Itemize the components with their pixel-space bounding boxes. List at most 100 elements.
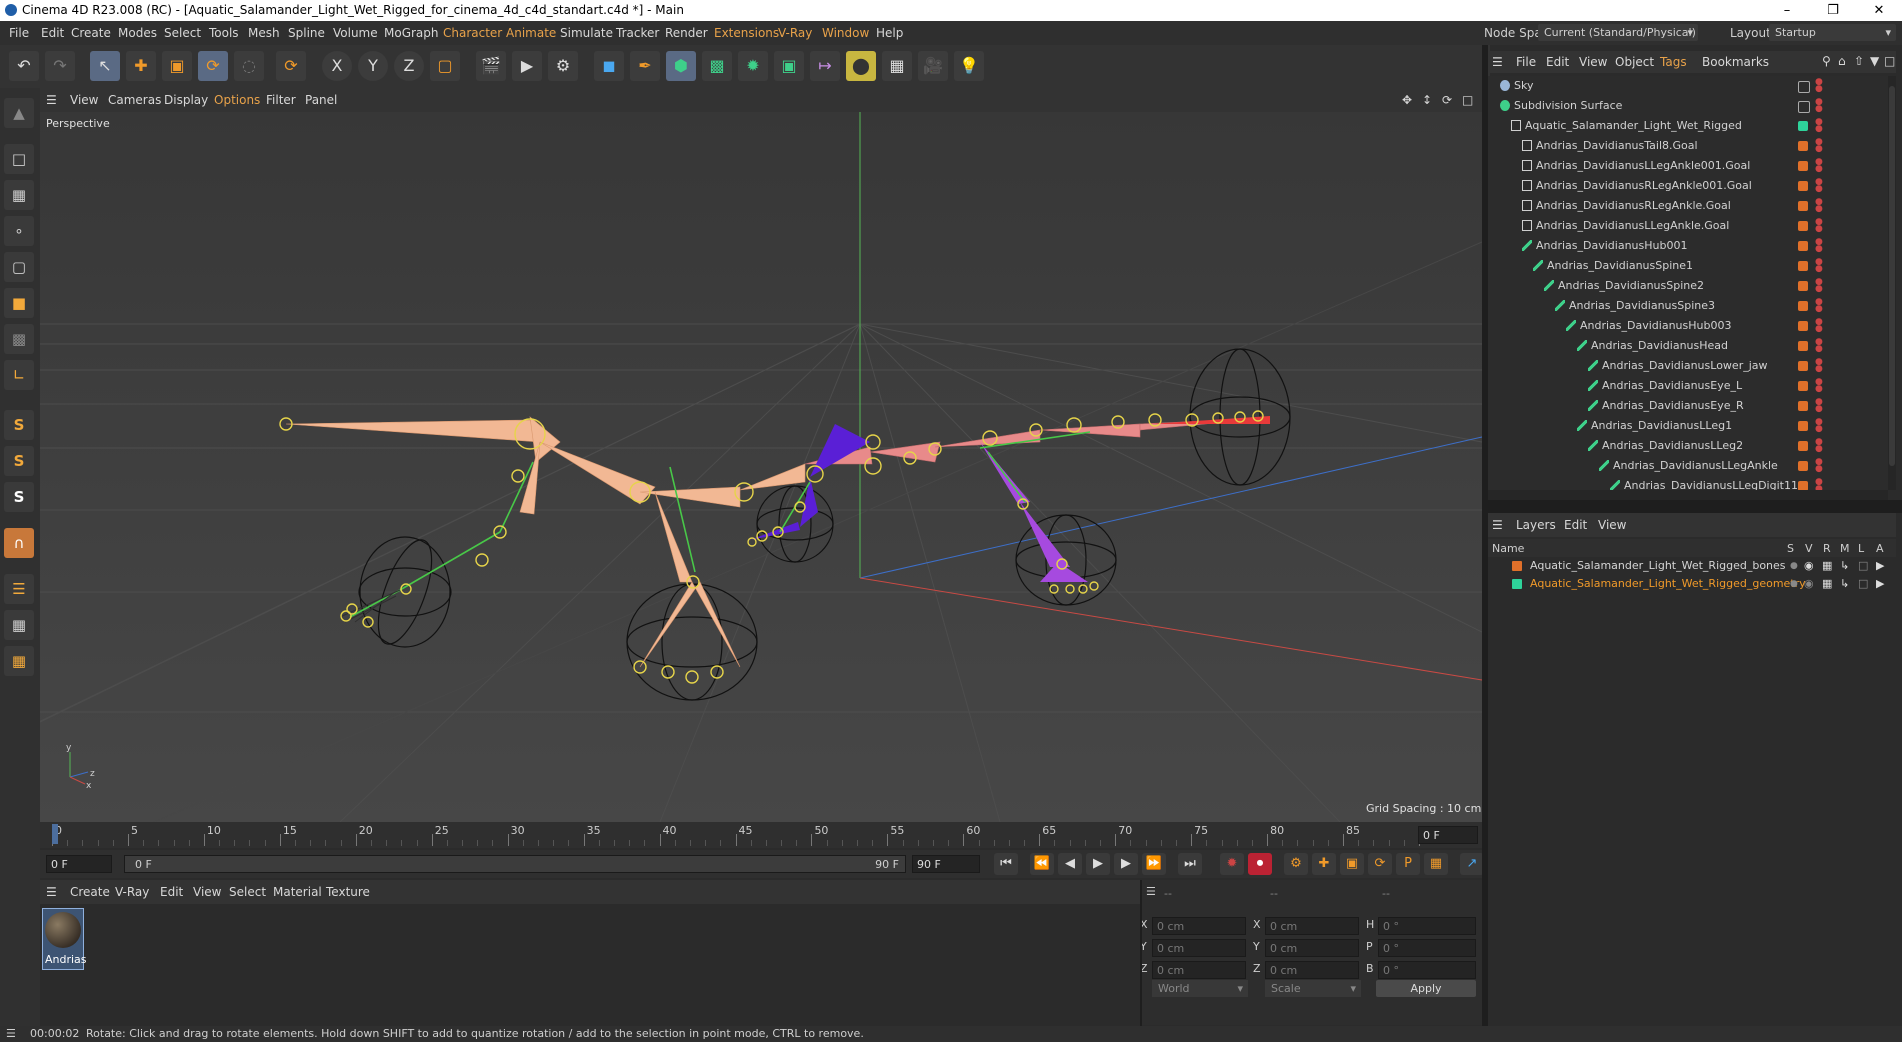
- start-frame-field[interactable]: 0 F: [46, 855, 112, 873]
- timeline-ruler[interactable]: 051015202530354045505560657075808590 0 F: [40, 822, 1482, 848]
- visibility-dots-icon[interactable]: ● ●: [1815, 298, 1823, 314]
- next-frame-icon[interactable]: ▶: [1114, 853, 1138, 875]
- object-row[interactable]: Andrias_DavidianusEye_L ● ●: [1488, 376, 1888, 396]
- object-row[interactable]: Andrias_DavidianusLLeg2 ● ●: [1488, 436, 1888, 456]
- visibility-dots-icon[interactable]: ● ●: [1815, 158, 1823, 174]
- pen-icon[interactable]: ✒: [630, 51, 660, 81]
- toggle-view-icon[interactable]: □: [1462, 93, 1473, 107]
- menu-animate[interactable]: Animate: [506, 26, 556, 40]
- object-row[interactable]: Andrias_DavidianusLower_jaw ● ●: [1488, 356, 1888, 376]
- object-row[interactable]: Andrias_DavidianusLLegAnkle.Goal ● ●: [1488, 216, 1888, 236]
- key-rotation-icon[interactable]: ⟳: [1368, 853, 1392, 875]
- key-parameter-icon[interactable]: P: [1396, 853, 1420, 875]
- viewport-menu-filter[interactable]: Filter: [266, 93, 296, 107]
- next-key-icon[interactable]: ⏩: [1142, 853, 1166, 875]
- goto-start-icon[interactable]: ⏮: [994, 853, 1018, 875]
- rotate-icon[interactable]: ⟳: [198, 51, 228, 81]
- scrollbar-thumb[interactable]: [1889, 86, 1895, 466]
- layer-tag-icon[interactable]: [1798, 161, 1808, 171]
- redo-icon[interactable]: ↷: [45, 51, 75, 81]
- current-frame-field[interactable]: 0 F: [1418, 826, 1478, 844]
- layer-color-swatch[interactable]: [1512, 561, 1522, 571]
- menu-tools[interactable]: Tools: [209, 26, 239, 40]
- object-menu-file[interactable]: File: [1516, 55, 1536, 69]
- layer-tag-icon[interactable]: [1798, 421, 1808, 431]
- layer-tag-icon[interactable]: [1798, 121, 1808, 131]
- object-row[interactable]: Aquatic_Salamander_Light_Wet_Rigged ● ●: [1488, 116, 1888, 136]
- search-icon[interactable]: ⚲: [1822, 54, 1831, 68]
- rotation-h-field[interactable]: 0 °: [1378, 917, 1476, 935]
- visibility-dots-icon[interactable]: ● ●: [1815, 78, 1823, 94]
- uv-mode-icon[interactable]: ▩: [4, 324, 34, 354]
- layer-menu-layers[interactable]: Layers: [1516, 518, 1556, 532]
- hamburger-icon[interactable]: ☰: [1492, 55, 1503, 69]
- layer-menu-edit[interactable]: Edit: [1564, 518, 1587, 532]
- layer-tag-icon[interactable]: [1798, 281, 1808, 291]
- menu-spline[interactable]: Spline: [288, 26, 325, 40]
- camera-icon[interactable]: 🎥: [918, 51, 948, 81]
- object-row[interactable]: Andrias_DavidianusHead ● ●: [1488, 336, 1888, 356]
- recent-tool-icon[interactable]: ◌: [234, 51, 264, 81]
- enable-checkbox-icon[interactable]: [1798, 81, 1810, 93]
- visibility-dots-icon[interactable]: ● ●: [1815, 98, 1823, 114]
- object-row[interactable]: Andrias_DavidianusLLegAnkle ● ●: [1488, 456, 1888, 476]
- object-menu-object[interactable]: Object: [1615, 55, 1654, 69]
- object-row[interactable]: Andrias_DavidianusLLeg1 ● ●: [1488, 416, 1888, 436]
- menu-render[interactable]: Render: [665, 26, 708, 40]
- visibility-dots-icon[interactable]: ● ●: [1815, 278, 1823, 294]
- material-menu-vray[interactable]: V-Ray: [115, 885, 149, 899]
- menu-select[interactable]: Select: [164, 26, 201, 40]
- menu-modes[interactable]: Modes: [118, 26, 157, 40]
- menu-help[interactable]: Help: [876, 26, 903, 40]
- visibility-dots-icon[interactable]: ● ●: [1815, 438, 1823, 454]
- layout-dropdown[interactable]: Startup ▾: [1769, 24, 1896, 41]
- record-icon[interactable]: ⏺: [1248, 853, 1272, 875]
- coordinate-system-icon[interactable]: ▢: [430, 51, 460, 81]
- keyframe-settings-icon[interactable]: ⚙: [1284, 853, 1308, 875]
- visibility-dots-icon[interactable]: ● ●: [1815, 318, 1823, 334]
- x-axis-icon[interactable]: X: [322, 51, 352, 81]
- axis-mode-icon[interactable]: ∟: [4, 360, 34, 390]
- layer-tag-icon[interactable]: [1798, 201, 1808, 211]
- filter-icon[interactable]: ▼: [1870, 54, 1879, 68]
- size-y-field[interactable]: 0 cm: [1265, 939, 1359, 957]
- new-window-icon[interactable]: □: [1884, 54, 1895, 68]
- hamburger-icon[interactable]: ☰: [6, 1027, 16, 1040]
- visibility-dots-icon[interactable]: ● ●: [1815, 178, 1823, 194]
- object-row[interactable]: Andrias_DavidianusSpine2 ● ●: [1488, 276, 1888, 296]
- layer-menu-view[interactable]: View: [1598, 518, 1626, 532]
- menu-mograph[interactable]: MoGraph: [384, 26, 439, 40]
- menu-window[interactable]: Window: [822, 26, 869, 40]
- position-z-field[interactable]: 0 cm: [1152, 961, 1246, 979]
- solo-dot-icon[interactable]: ●: [1790, 575, 1798, 593]
- coordinate-mode-dropdown[interactable]: World ▾: [1152, 980, 1248, 997]
- layer-tag-icon[interactable]: [1798, 301, 1808, 311]
- object-tree-scrollbar[interactable]: [1888, 76, 1896, 490]
- hamburger-icon[interactable]: ☰: [1492, 518, 1503, 532]
- material-menu-edit[interactable]: Edit: [160, 885, 183, 899]
- menu-simulate[interactable]: Simulate: [560, 26, 613, 40]
- object-row[interactable]: Andrias_DavidianusHub001 ● ●: [1488, 236, 1888, 256]
- prev-frame-icon[interactable]: ◀: [1058, 853, 1082, 875]
- viewport-menu-panel[interactable]: Panel: [305, 93, 337, 107]
- viewport-menu-options[interactable]: Options: [214, 93, 260, 107]
- object-row[interactable]: Andrias_DavidianusTail8.Goal ● ●: [1488, 136, 1888, 156]
- pan-view-icon[interactable]: ✥: [1402, 93, 1412, 107]
- visibility-dots-icon[interactable]: ● ●: [1815, 138, 1823, 154]
- visibility-dots-icon[interactable]: ● ●: [1815, 338, 1823, 354]
- floor-icon[interactable]: ▦: [882, 51, 912, 81]
- move-select-icon[interactable]: ↖: [90, 51, 120, 81]
- snap-3d-icon[interactable]: S: [4, 482, 34, 512]
- snap-settings-icon[interactable]: S: [4, 446, 34, 476]
- lock-icon[interactable]: □: [1858, 557, 1868, 575]
- position-y-field[interactable]: 0 cm: [1152, 939, 1246, 957]
- solo-icon[interactable]: ▦: [4, 646, 34, 676]
- material-swatch[interactable]: Andrias: [42, 908, 87, 970]
- visibility-dots-icon[interactable]: ● ●: [1815, 258, 1823, 274]
- material-menu-view[interactable]: View: [193, 885, 221, 899]
- scale-icon[interactable]: ▣: [162, 51, 192, 81]
- panel-divider[interactable]: [1488, 500, 1902, 513]
- menu-edit[interactable]: Edit: [41, 26, 64, 40]
- make-editable-icon[interactable]: ▲: [4, 98, 34, 128]
- viewport-menu-cameras[interactable]: Cameras: [108, 93, 161, 107]
